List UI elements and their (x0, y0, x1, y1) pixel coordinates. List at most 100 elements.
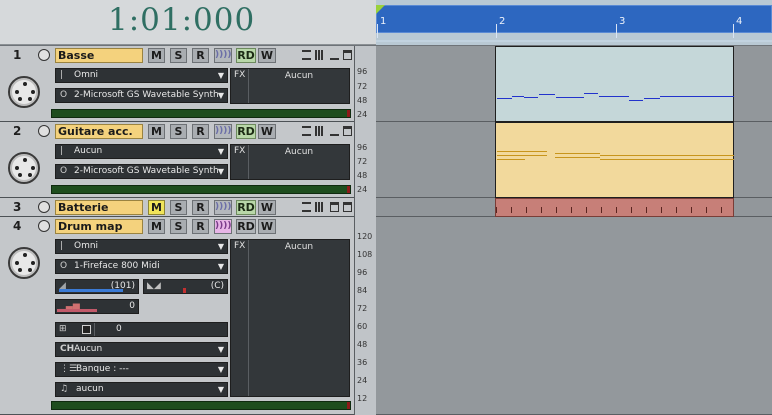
mute-button[interactable]: M (148, 124, 165, 139)
output-select[interactable]: O 2-Microsoft GS Wavetable Synth ▼ (55, 164, 228, 179)
fx-panel[interactable]: FX Aucun (230, 239, 350, 397)
maximize-icon[interactable] (343, 126, 352, 136)
track-name[interactable]: Drum map (55, 219, 143, 234)
fx-value: Aucun (284, 71, 314, 81)
track-knob-icon[interactable] (38, 49, 50, 61)
midi-clip-bass[interactable] (495, 46, 734, 122)
maximize-icon[interactable] (343, 50, 352, 60)
midi-clip-guitar[interactable] (495, 122, 734, 198)
midi-clip-drum[interactable] (495, 198, 734, 217)
app-window: 1:01:000 1 2 3 4 1 Basse M S R)))) RD W… (0, 0, 772, 415)
track-4[interactable]: 4 Drum map M S R )))) RD W | Omni ▼ O 1-… (0, 217, 354, 415)
bars-icon[interactable] (315, 126, 324, 136)
pitch-scale-track-2: 96 72 48 24 (354, 122, 376, 198)
solo-button[interactable]: S (170, 48, 187, 63)
velocity-slider[interactable]: ▁▃▅ 0 (55, 299, 139, 314)
patch-icon: ♫ (60, 384, 69, 394)
lane-track-2[interactable] (376, 122, 772, 198)
echo-icon[interactable]: )))) (214, 124, 232, 139)
bars-icon[interactable] (315, 50, 324, 60)
time-display[interactable]: 1:01:000 (108, 2, 255, 38)
track-knob-icon[interactable] (38, 220, 50, 232)
fx-panel[interactable]: FX Aucun (230, 68, 350, 104)
echo-icon[interactable]: )))) (214, 219, 232, 234)
output-icon: O (60, 261, 68, 271)
bank-icon: ⋮☰ (60, 364, 78, 374)
ruler-bar[interactable]: 1 2 3 4 (376, 5, 772, 38)
pan-slider[interactable]: ◣◢ (C) (143, 279, 228, 294)
loop-start-flag-icon[interactable] (376, 5, 385, 14)
timeline-ruler[interactable]: 1 2 3 4 (376, 0, 772, 45)
track-2[interactable]: 2 Guitare acc. M S R )))) RD W | Aucun ▼… (0, 122, 354, 198)
channel-select[interactable]: | Omni ▼ (55, 68, 228, 83)
ch-select[interactable]: CH Aucun ▼ (55, 342, 228, 357)
echo-icon[interactable]: )))) (214, 48, 232, 63)
volume-slider[interactable]: ◢ (101) (55, 279, 139, 294)
track-3[interactable]: 3 Batterie M S R )))) RD W (0, 198, 354, 217)
record-button[interactable]: R (192, 48, 209, 63)
chevron-down-icon: ▼ (217, 385, 224, 394)
pitch-scale-track-4: 120 108 96 84 72 60 48 36 24 12 (354, 217, 376, 415)
track-1[interactable]: 1 Basse M S R )))) RD W | Omni ▼ O 2-Mic… (0, 46, 354, 122)
mute-button[interactable]: M (148, 200, 165, 215)
list-view-icon[interactable] (302, 50, 311, 60)
solo-button[interactable]: S (170, 124, 187, 139)
record-button[interactable]: R (192, 200, 209, 215)
track-name[interactable]: Batterie (55, 200, 143, 215)
ruler-marker-2: 2 (499, 16, 506, 27)
lane-track-4[interactable] (376, 217, 772, 415)
bank-select[interactable]: ⋮☰ Banque : --- ▼ (55, 362, 228, 377)
checkbox[interactable] (82, 325, 91, 334)
patch-select[interactable]: ♫ aucun ▼ (55, 382, 228, 397)
write-button[interactable]: W (258, 200, 276, 215)
list-view-icon[interactable] (302, 202, 311, 212)
mute-button[interactable]: M (148, 48, 165, 63)
solo-button[interactable]: S (170, 200, 187, 215)
arrangement-area[interactable] (376, 46, 772, 415)
echo-icon[interactable]: )))) (214, 200, 232, 215)
list-view-icon[interactable] (302, 126, 311, 136)
lane-track-3[interactable] (376, 198, 772, 217)
minimize-icon[interactable] (330, 50, 339, 60)
output-select[interactable]: O 2-Microsoft GS Wavetable Synth ▼ (55, 88, 228, 103)
output-select[interactable]: O 1-Fireface 800 Midi ▼ (55, 259, 228, 274)
channel-icon: | (60, 241, 64, 251)
record-button[interactable]: R (192, 124, 209, 139)
track-knob-icon[interactable] (38, 125, 50, 137)
solo-button[interactable]: S (170, 219, 187, 234)
pan-icon: ◣◢ (147, 281, 161, 291)
chevron-down-icon: ▼ (217, 242, 224, 251)
track-name[interactable]: Guitare acc. (55, 124, 143, 139)
track-list: 1 Basse M S R )))) RD W | Omni ▼ O 2-Mic… (0, 46, 354, 415)
level-meter (51, 185, 351, 194)
channel-icon: | (60, 146, 64, 156)
track-knob-icon[interactable] (38, 201, 50, 213)
read-button[interactable]: RD (236, 200, 256, 215)
write-button[interactable]: W (258, 219, 276, 234)
lane-track-1[interactable] (376, 46, 772, 122)
fx-value: Aucun (284, 147, 314, 157)
volume-fill (59, 289, 123, 292)
mute-button[interactable]: M (148, 219, 165, 234)
channel-icon: | (60, 70, 64, 80)
transpose-value: 0 (116, 324, 122, 334)
write-button[interactable]: W (258, 124, 276, 139)
fx-label: FX (234, 241, 246, 251)
fx-label: FX (234, 146, 246, 156)
track-name[interactable]: Basse (55, 48, 143, 63)
restore-icon[interactable] (330, 202, 339, 212)
read-button[interactable]: RD (236, 124, 256, 139)
read-button[interactable]: RD (236, 48, 256, 63)
channel-select[interactable]: | Omni ▼ (55, 239, 228, 254)
bars-icon[interactable] (315, 202, 324, 212)
midi-jack-icon (8, 152, 40, 184)
minimize-icon[interactable] (330, 126, 339, 136)
record-button[interactable]: R (192, 219, 209, 234)
transpose-field[interactable]: ⊞ 0 (55, 322, 228, 337)
read-button[interactable]: RD (236, 219, 256, 234)
maximize-icon[interactable] (343, 202, 352, 212)
fx-panel[interactable]: FX Aucun (230, 144, 350, 180)
output-icon: O (60, 90, 68, 100)
channel-select[interactable]: | Aucun ▼ (55, 144, 228, 159)
write-button[interactable]: W (258, 48, 276, 63)
